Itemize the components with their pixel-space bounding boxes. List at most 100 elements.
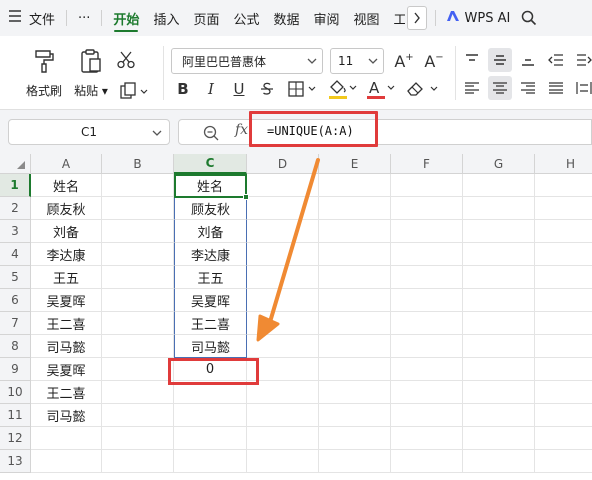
cell-e5[interactable] bbox=[319, 266, 391, 289]
copy-button[interactable] bbox=[117, 80, 151, 102]
cell-g11[interactable] bbox=[463, 404, 535, 427]
cell-h3[interactable] bbox=[535, 220, 592, 243]
cell-b13[interactable] bbox=[102, 450, 174, 473]
tab-view[interactable]: 视图 bbox=[347, 0, 387, 36]
cell-c7[interactable]: 王二喜 bbox=[174, 312, 247, 335]
row-header-5[interactable]: 5 bbox=[0, 266, 31, 289]
cell-f8[interactable] bbox=[391, 335, 463, 358]
cell-d11[interactable] bbox=[247, 404, 319, 427]
cell-d2[interactable] bbox=[247, 197, 319, 220]
shrink-font-button[interactable]: A − bbox=[423, 50, 445, 72]
cell-h12[interactable] bbox=[535, 427, 592, 450]
more-menu-button[interactable]: ··· bbox=[71, 0, 97, 36]
fill-color-button[interactable] bbox=[326, 76, 360, 102]
cell-b9[interactable] bbox=[102, 358, 174, 381]
cell-c12[interactable] bbox=[174, 427, 247, 450]
cell-g13[interactable] bbox=[463, 450, 535, 473]
cell-a11[interactable]: 司马懿 bbox=[31, 404, 102, 427]
cell-h13[interactable] bbox=[535, 450, 592, 473]
cell-a4[interactable]: 李达康 bbox=[31, 243, 102, 266]
cell-h11[interactable] bbox=[535, 404, 592, 427]
font-size-select[interactable]: 11 bbox=[330, 48, 384, 74]
cell-f11[interactable] bbox=[391, 404, 463, 427]
cell-f3[interactable] bbox=[391, 220, 463, 243]
cell-d13[interactable] bbox=[247, 450, 319, 473]
cell-a8[interactable]: 司马懿 bbox=[31, 335, 102, 358]
file-menu[interactable]: 文件 bbox=[0, 0, 62, 36]
cell-h8[interactable] bbox=[535, 335, 592, 358]
column-header-c[interactable]: C bbox=[174, 154, 247, 174]
cell-b12[interactable] bbox=[102, 427, 174, 450]
cell-h4[interactable] bbox=[535, 243, 592, 266]
cell-e13[interactable] bbox=[319, 450, 391, 473]
cell-g9[interactable] bbox=[463, 358, 535, 381]
column-header-a[interactable]: A bbox=[31, 154, 102, 174]
cell-h6[interactable] bbox=[535, 289, 592, 312]
cell-d1[interactable] bbox=[247, 174, 319, 197]
align-left-button[interactable] bbox=[460, 76, 484, 100]
cell-g5[interactable] bbox=[463, 266, 535, 289]
tab-page[interactable]: 页面 bbox=[186, 0, 226, 36]
cell-f13[interactable] bbox=[391, 450, 463, 473]
cell-c4[interactable]: 李达康 bbox=[174, 243, 247, 266]
cell-b11[interactable] bbox=[102, 404, 174, 427]
cell-h2[interactable] bbox=[535, 197, 592, 220]
cell-f7[interactable] bbox=[391, 312, 463, 335]
cell-h5[interactable] bbox=[535, 266, 592, 289]
cell-g8[interactable] bbox=[463, 335, 535, 358]
cell-g1[interactable] bbox=[463, 174, 535, 197]
cell-h1[interactable] bbox=[535, 174, 592, 197]
borders-button[interactable] bbox=[287, 78, 319, 100]
cell-a9[interactable]: 吴夏晖 bbox=[31, 358, 102, 381]
clear-format-button[interactable] bbox=[404, 76, 440, 102]
cell-d3[interactable] bbox=[247, 220, 319, 243]
grow-font-button[interactable]: A + bbox=[393, 50, 415, 72]
column-header-b[interactable]: B bbox=[102, 154, 174, 174]
cell-e8[interactable] bbox=[319, 335, 391, 358]
column-header-e[interactable]: E bbox=[319, 154, 391, 174]
align-top-button[interactable] bbox=[460, 48, 484, 72]
cell-c3[interactable]: 刘备 bbox=[174, 220, 247, 243]
cell-h10[interactable] bbox=[535, 381, 592, 404]
font-color-button[interactable]: A bbox=[364, 76, 398, 102]
wps-ai-button[interactable]: WPS AI bbox=[440, 0, 518, 36]
cell-e11[interactable] bbox=[319, 404, 391, 427]
cell-b6[interactable] bbox=[102, 289, 174, 312]
cell-e12[interactable] bbox=[319, 427, 391, 450]
cell-f1[interactable] bbox=[391, 174, 463, 197]
cell-a6[interactable]: 吴夏晖 bbox=[31, 289, 102, 312]
cell-c5[interactable]: 王五 bbox=[174, 266, 247, 289]
column-header-d[interactable]: D bbox=[247, 154, 319, 174]
align-bottom-button[interactable] bbox=[516, 48, 540, 72]
cell-h7[interactable] bbox=[535, 312, 592, 335]
zoom-icon[interactable] bbox=[203, 125, 219, 141]
cell-f12[interactable] bbox=[391, 427, 463, 450]
cell-e1[interactable] bbox=[319, 174, 391, 197]
cell-a2[interactable]: 顾友秋 bbox=[31, 197, 102, 220]
cell-e6[interactable] bbox=[319, 289, 391, 312]
cell-b7[interactable] bbox=[102, 312, 174, 335]
cell-e2[interactable] bbox=[319, 197, 391, 220]
bold-button[interactable]: B bbox=[174, 78, 192, 100]
column-header-g[interactable]: G bbox=[463, 154, 535, 174]
cell-a13[interactable] bbox=[31, 450, 102, 473]
distributed-align-button[interactable] bbox=[572, 76, 592, 100]
cell-e7[interactable] bbox=[319, 312, 391, 335]
cell-f9[interactable] bbox=[391, 358, 463, 381]
cell-d6[interactable] bbox=[247, 289, 319, 312]
cell-a5[interactable]: 王五 bbox=[31, 266, 102, 289]
cell-c8[interactable]: 司马懿 bbox=[174, 335, 247, 358]
row-header-9[interactable]: 9 bbox=[0, 358, 31, 381]
cell-g6[interactable] bbox=[463, 289, 535, 312]
row-header-4[interactable]: 4 bbox=[0, 243, 31, 266]
cell-a3[interactable]: 刘备 bbox=[31, 220, 102, 243]
cell-e4[interactable] bbox=[319, 243, 391, 266]
cell-g7[interactable] bbox=[463, 312, 535, 335]
cell-e3[interactable] bbox=[319, 220, 391, 243]
tab-insert[interactable]: 插入 bbox=[146, 0, 186, 36]
tab-tools[interactable]: 工 bbox=[387, 0, 405, 36]
cell-g12[interactable] bbox=[463, 427, 535, 450]
cell-a10[interactable]: 王二喜 bbox=[31, 381, 102, 404]
cut-button[interactable] bbox=[114, 48, 138, 72]
insert-function-button[interactable]: fx bbox=[235, 122, 248, 138]
